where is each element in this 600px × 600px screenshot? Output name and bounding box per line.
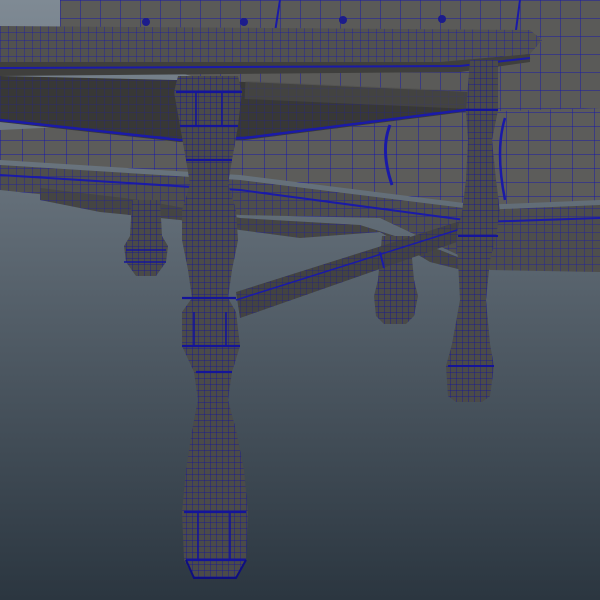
tuft-button: [240, 18, 248, 26]
wireframe-scene: [0, 0, 600, 600]
tuft-button: [142, 18, 150, 26]
tuft-button: [339, 16, 347, 24]
tuft-button: [438, 15, 446, 23]
3d-viewport[interactable]: [0, 0, 600, 600]
